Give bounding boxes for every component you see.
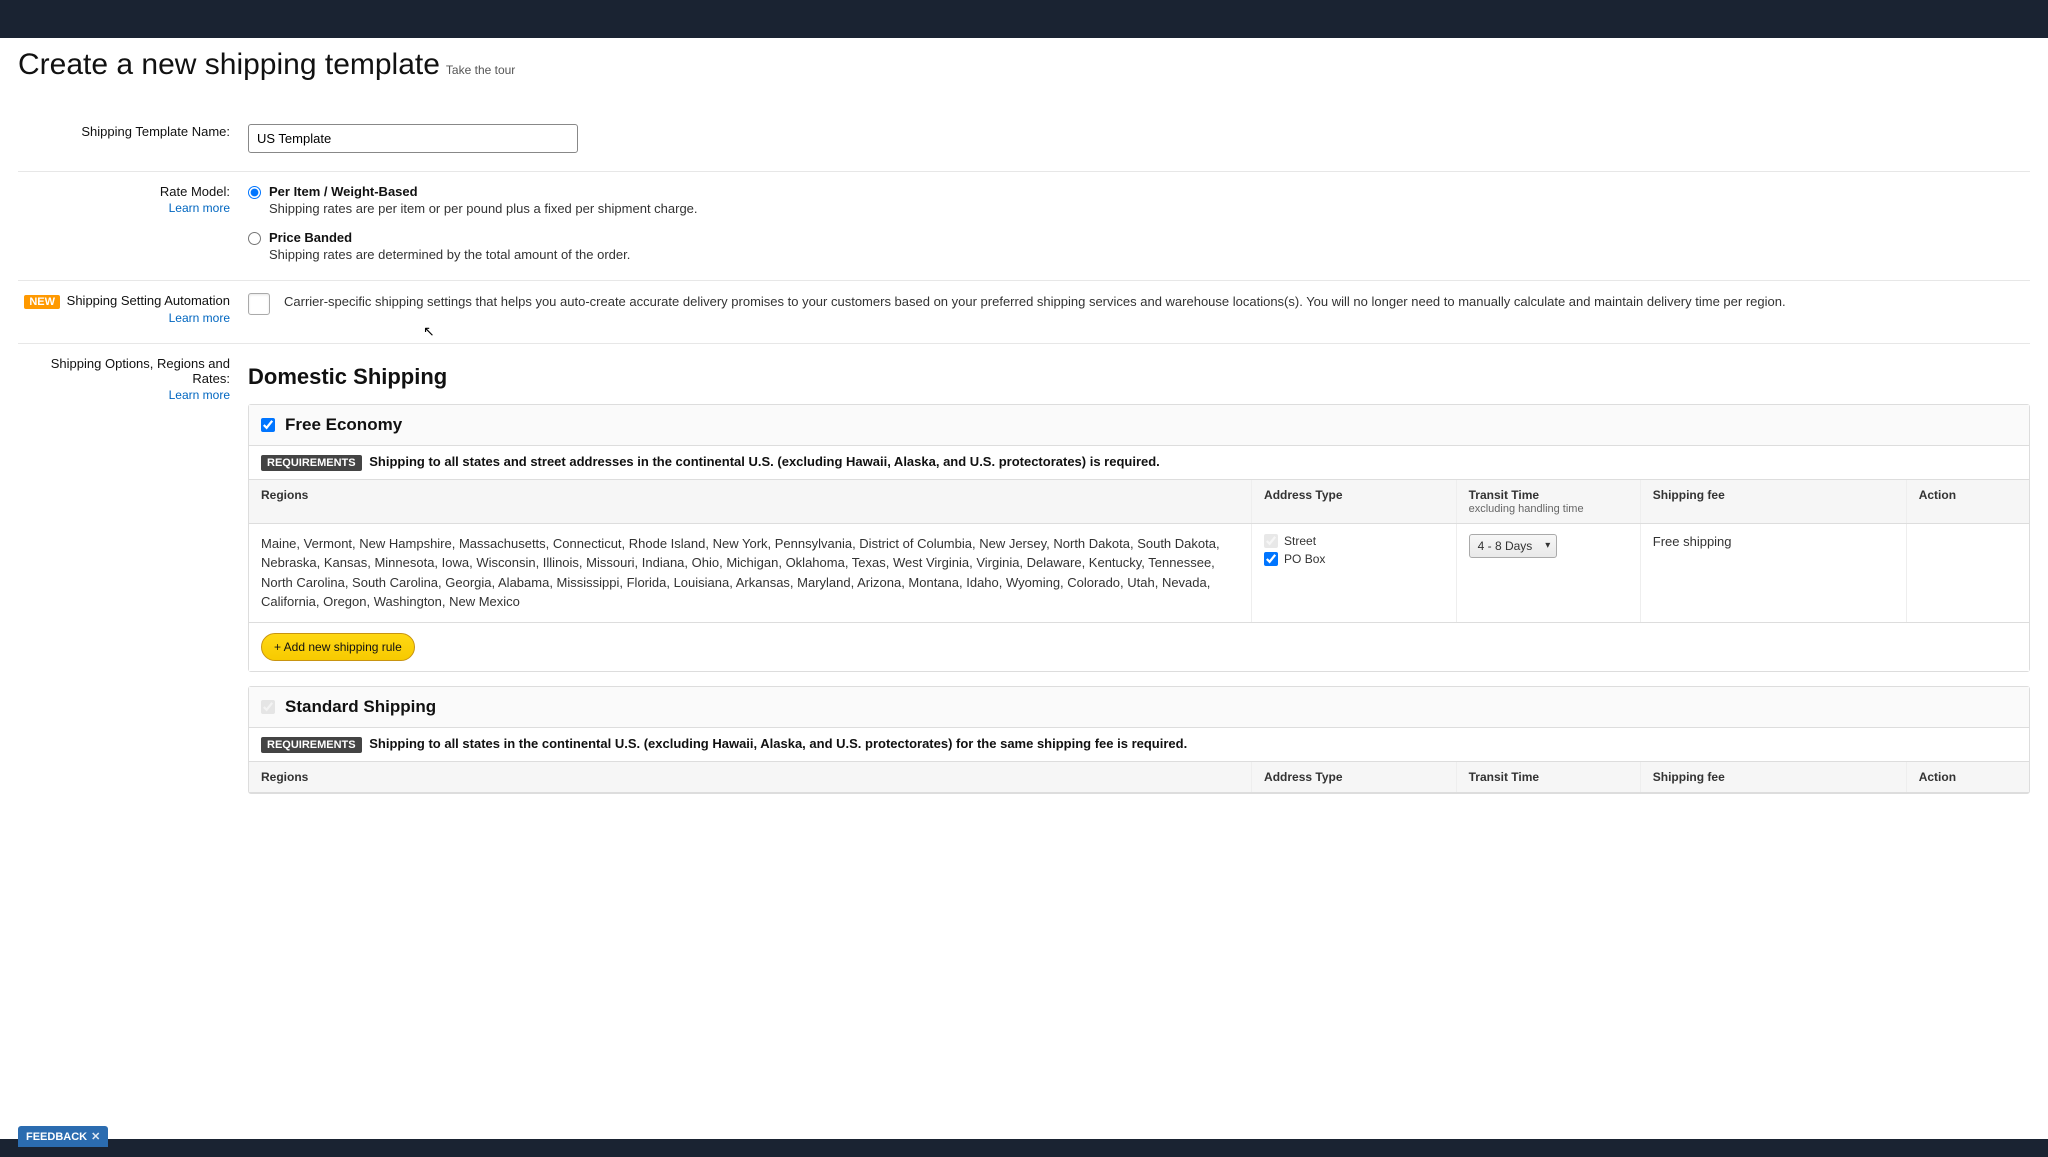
- th-shipping-fee: Shipping fee: [1640, 480, 1906, 524]
- section-automation: NEW Shipping Setting Automation Learn mo…: [18, 281, 2030, 344]
- new-badge: NEW: [24, 295, 60, 309]
- section-template-name: Shipping Template Name:: [18, 112, 2030, 172]
- radio-per-item[interactable]: [248, 186, 261, 199]
- automation-toggle-checkbox[interactable]: [248, 293, 270, 315]
- label-pobox: PO Box: [1284, 552, 1325, 566]
- requirements-free-economy: REQUIREMENTS Shipping to all states and …: [249, 446, 2029, 480]
- label-street: Street: [1284, 534, 1316, 548]
- checkbox-standard: [261, 700, 275, 714]
- requirements-standard: REQUIREMENTS Shipping to all states in t…: [249, 728, 2029, 762]
- panel-footer-free-economy: + Add new shipping rule: [249, 623, 2029, 671]
- page-title-row: Create a new shipping template Take the …: [18, 48, 2030, 82]
- add-rule-button[interactable]: + Add new shipping rule: [261, 633, 415, 661]
- radio-price-banded-desc: Shipping rates are determined by the tot…: [269, 247, 630, 262]
- content-automation: Carrier-specific shipping settings that …: [248, 293, 2030, 325]
- cell-address-type: Street PO Box: [1252, 523, 1457, 622]
- requirements-badge-icon: REQUIREMENTS: [261, 455, 362, 471]
- take-tour-link[interactable]: Take the tour: [446, 63, 515, 77]
- requirements-text: Shipping to all states in the continenta…: [369, 736, 1187, 751]
- th-address-type: Address Type: [1252, 480, 1457, 524]
- table-standard: Regions Address Type Transit Time Shippi…: [249, 762, 2029, 793]
- table-header-row: Regions Address Type Transit Time exclud…: [249, 480, 2029, 524]
- panel-header-free-economy: Free Economy: [249, 405, 2029, 446]
- label-text: Rate Model:: [160, 184, 230, 199]
- th-action: Action: [1906, 762, 2029, 793]
- bottom-bar: [0, 1139, 2048, 1157]
- content-template-name: [248, 124, 2030, 153]
- template-name-input[interactable]: [248, 124, 578, 153]
- page-title: Create a new shipping template: [18, 48, 440, 82]
- table-header-row: Regions Address Type Transit Time Shippi…: [249, 762, 2029, 793]
- content-rate-model: Per Item / Weight-Based Shipping rates a…: [248, 184, 2030, 262]
- regions-list: Maine, Vermont, New Hampshire, Massachus…: [261, 534, 1239, 612]
- th-transit-time: Transit Time: [1456, 762, 1640, 793]
- cell-transit-time: 4 - 8 Days ▾: [1456, 523, 1640, 622]
- th-transit-label: Transit Time: [1469, 488, 1539, 502]
- domestic-shipping-heading: Domestic Shipping: [248, 364, 2030, 390]
- top-nav-bar: [0, 0, 2048, 38]
- feedback-button[interactable]: FEEDBACK ✕: [18, 1126, 108, 1147]
- th-regions: Regions: [249, 480, 1252, 524]
- label-shipping-options: Shipping Options, Regions and Rates: Lea…: [18, 356, 248, 808]
- panel-standard-shipping: Standard Shipping REQUIREMENTS Shipping …: [248, 686, 2030, 794]
- radio-per-item-row: Per Item / Weight-Based Shipping rates a…: [248, 184, 2030, 216]
- cell-shipping-fee: Free shipping: [1640, 523, 1906, 622]
- radio-price-banded-label: Price Banded: [269, 230, 630, 245]
- radio-price-banded[interactable]: [248, 232, 261, 245]
- cursor-icon: ↖: [423, 323, 435, 340]
- shipping-fee-value: Free shipping: [1653, 534, 1732, 549]
- addr-street-row: Street: [1264, 534, 1444, 548]
- radio-per-item-label: Per Item / Weight-Based: [269, 184, 698, 199]
- transit-time-value: 4 - 8 Days: [1478, 539, 1533, 553]
- radio-price-banded-row: Price Banded Shipping rates are determin…: [248, 230, 2030, 262]
- content-shipping-options: Domestic Shipping Free Economy REQUIREME…: [248, 356, 2030, 808]
- panel-free-economy: Free Economy REQUIREMENTS Shipping to al…: [248, 404, 2030, 672]
- th-transit-time: Transit Time excluding handling time: [1456, 480, 1640, 524]
- section-rate-model: Rate Model: Learn more Per Item / Weight…: [18, 172, 2030, 281]
- label-text: Shipping Setting Automation: [67, 293, 230, 308]
- requirements-text: Shipping to all states and street addres…: [369, 454, 1160, 469]
- learn-more-rate-model[interactable]: Learn more: [18, 201, 230, 215]
- section-shipping-options: Shipping Options, Regions and Rates: Lea…: [18, 344, 2030, 826]
- page-container: Create a new shipping template Take the …: [0, 38, 2048, 866]
- automation-description: Carrier-specific shipping settings that …: [284, 293, 1786, 311]
- checkbox-free-economy[interactable]: [261, 418, 275, 432]
- table-free-economy: Regions Address Type Transit Time exclud…: [249, 480, 2029, 623]
- title-standard: Standard Shipping: [285, 697, 436, 717]
- th-action: Action: [1906, 480, 2029, 524]
- th-regions: Regions: [249, 762, 1252, 793]
- label-text: Shipping Template Name:: [81, 124, 230, 139]
- addr-pobox-row: PO Box: [1264, 552, 1444, 566]
- title-free-economy: Free Economy: [285, 415, 402, 435]
- radio-per-item-desc: Shipping rates are per item or per pound…: [269, 201, 698, 216]
- label-text: Shipping Options, Regions and Rates:: [51, 356, 230, 386]
- label-automation: NEW Shipping Setting Automation Learn mo…: [18, 293, 248, 325]
- th-shipping-fee: Shipping fee: [1640, 762, 1906, 793]
- feedback-label: FEEDBACK: [26, 1131, 87, 1143]
- checkbox-pobox[interactable]: [1264, 552, 1278, 566]
- close-icon[interactable]: ✕: [91, 1130, 100, 1143]
- th-address-type: Address Type: [1252, 762, 1457, 793]
- th-transit-sub: excluding handling time: [1469, 503, 1628, 515]
- learn-more-automation[interactable]: Learn more: [18, 311, 230, 325]
- transit-time-select[interactable]: 4 - 8 Days ▾: [1469, 534, 1558, 558]
- cell-regions: Maine, Vermont, New Hampshire, Massachus…: [249, 523, 1252, 622]
- panel-header-standard: Standard Shipping: [249, 687, 2029, 728]
- learn-more-shipping-options[interactable]: Learn more: [18, 388, 230, 402]
- table-row: Maine, Vermont, New Hampshire, Massachus…: [249, 523, 2029, 622]
- requirements-badge-icon: REQUIREMENTS: [261, 737, 362, 753]
- cell-action: [1906, 523, 2029, 622]
- label-rate-model: Rate Model: Learn more: [18, 184, 248, 262]
- checkbox-street: [1264, 534, 1278, 548]
- chevron-down-icon: ▾: [1545, 540, 1550, 551]
- label-template-name: Shipping Template Name:: [18, 124, 248, 153]
